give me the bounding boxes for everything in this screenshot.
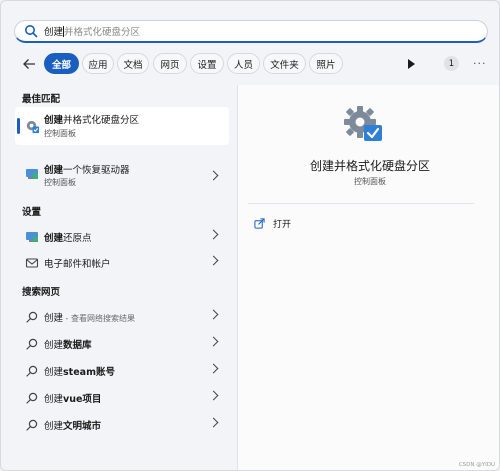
search-box[interactable]: 创建 并格式化硬盘分区 <box>14 20 488 43</box>
web-result-query: 创建 <box>44 421 64 432</box>
list-item-recovery-drive[interactable]: 创建一个恢复驱动器 控制面板 <box>15 159 229 193</box>
tab-people[interactable]: 人员 <box>227 53 260 74</box>
web-result-item[interactable]: 创建数据库 <box>15 332 229 356</box>
tab-folders[interactable]: 文件夹 <box>263 53 306 74</box>
web-result-label: 创建 - 查看网络搜索结果 <box>44 310 135 324</box>
open-external-icon <box>254 217 265 229</box>
web-result-bold: 数据库 <box>63 340 92 351</box>
web-search-heading: 搜索网页 <box>22 287 61 298</box>
restore-point-label: 创建还原点 <box>44 230 92 244</box>
filter-tabs: 全部 应用 文档 网页 设置 人员 文件夹 照片 1 ··· <box>1 53 499 75</box>
web-result-hint: - 查看网络搜索结果 <box>63 314 135 323</box>
web-result-bold: steam账号 <box>63 367 115 378</box>
web-result-bold: 文明城市 <box>63 421 102 432</box>
restore-label-rest: 还原点 <box>63 233 92 244</box>
search-input-text[interactable]: 创建 <box>44 24 63 38</box>
search-icon <box>25 25 38 38</box>
search-icon <box>26 338 38 350</box>
search-window: 创建 并格式化硬盘分区 全部 应用 文档 网页 设置 人员 文件夹 照片 1 ·… <box>0 0 500 471</box>
web-result-label: 创建steam账号 <box>44 364 115 378</box>
web-result-query: 创建 <box>44 394 64 405</box>
web-result-query: 创建 <box>44 313 64 324</box>
chevron-right-icon[interactable] <box>208 363 219 374</box>
divider <box>248 203 474 204</box>
recovery-drive-title: 创建一个恢复驱动器 <box>44 162 130 176</box>
back-arrow-icon[interactable] <box>22 57 36 71</box>
web-result-item[interactable]: 创建文明城市 <box>15 413 229 437</box>
detail-subtitle: 控制面板 <box>354 177 386 186</box>
search-suggestion: 并格式化硬盘分区 <box>64 27 141 38</box>
tab-photos[interactable]: 照片 <box>309 53 343 74</box>
recovery-drive-subtitle: 控制面板 <box>44 178 76 187</box>
detail-panel: 创建并格式化硬盘分区 控制面板 打开 CSDN @YIDU <box>237 85 499 470</box>
tab-settings[interactable]: 设置 <box>190 53 224 74</box>
recovery-title-bold: 创建 <box>44 165 64 176</box>
tab-documents[interactable]: 文档 <box>117 53 149 74</box>
best-match-title-bold: 创建 <box>44 115 64 126</box>
chevron-right-icon[interactable] <box>208 255 219 266</box>
web-result-item[interactable]: 创建 - 查看网络搜索结果 <box>15 305 229 329</box>
search-icon <box>26 365 38 377</box>
web-result-label: 创建vue项目 <box>44 391 101 405</box>
list-item-email-accounts[interactable]: 电子邮件和帐户 <box>15 251 229 275</box>
chevron-right-icon[interactable] <box>208 417 219 428</box>
chevron-right-icon[interactable] <box>208 390 219 401</box>
best-match-subtitle: 控制面板 <box>44 129 76 138</box>
results-list: 最佳匹配 创建并格式化硬盘分区 控制面板 创建一个恢复驱动器 控制面板 设置 创… <box>1 85 231 470</box>
selection-indicator <box>17 118 20 134</box>
detail-title: 创建并格式化硬盘分区 <box>309 159 430 173</box>
open-label: 打开 <box>273 219 292 230</box>
search-icon <box>26 392 38 404</box>
web-result-query: 创建 <box>44 367 64 378</box>
chevron-right-icon[interactable] <box>208 309 219 320</box>
email-icon <box>25 258 39 268</box>
result-count-badge[interactable]: 1 <box>444 56 459 71</box>
gear-settings-icon <box>26 120 40 134</box>
web-result-label: 创建数据库 <box>44 337 92 351</box>
restore-label-bold: 创建 <box>44 233 64 244</box>
web-result-query: 创建 <box>44 340 64 351</box>
open-action[interactable]: 打开 <box>254 216 291 230</box>
more-options-icon[interactable]: ··· <box>473 57 487 70</box>
web-result-label: 创建文明城市 <box>44 418 101 432</box>
disk-management-gear-icon <box>344 106 382 141</box>
email-accounts-label: 电子邮件和帐户 <box>44 259 111 270</box>
search-icon <box>26 311 38 323</box>
play-icon[interactable] <box>408 59 415 69</box>
best-match-title-rest: 并格式化硬盘分区 <box>63 115 140 126</box>
watermark: CSDN @YIDU <box>458 462 495 468</box>
recovery-title-rest: 一个恢复驱动器 <box>63 165 130 176</box>
restore-point-icon <box>26 232 38 242</box>
chevron-right-icon[interactable] <box>208 170 219 181</box>
web-result-item[interactable]: 创建vue项目 <box>15 386 229 410</box>
list-item-restore-point[interactable]: 创建还原点 <box>15 225 229 249</box>
best-match-heading: 最佳匹配 <box>22 94 61 105</box>
settings-heading: 设置 <box>22 207 42 218</box>
web-result-item[interactable]: 创建steam账号 <box>15 359 229 383</box>
best-match-title: 创建并格式化硬盘分区 <box>44 112 139 126</box>
chevron-right-icon[interactable] <box>208 336 219 347</box>
best-match-item[interactable]: 创建并格式化硬盘分区 控制面板 <box>15 107 229 145</box>
web-result-bold: vue项目 <box>63 394 102 405</box>
tab-apps[interactable]: 应用 <box>82 53 114 74</box>
tab-all[interactable]: 全部 <box>44 53 79 74</box>
search-icon <box>26 419 38 431</box>
recovery-drive-icon <box>26 169 38 179</box>
tab-web[interactable]: 网页 <box>153 53 187 74</box>
chevron-right-icon[interactable] <box>208 229 219 240</box>
